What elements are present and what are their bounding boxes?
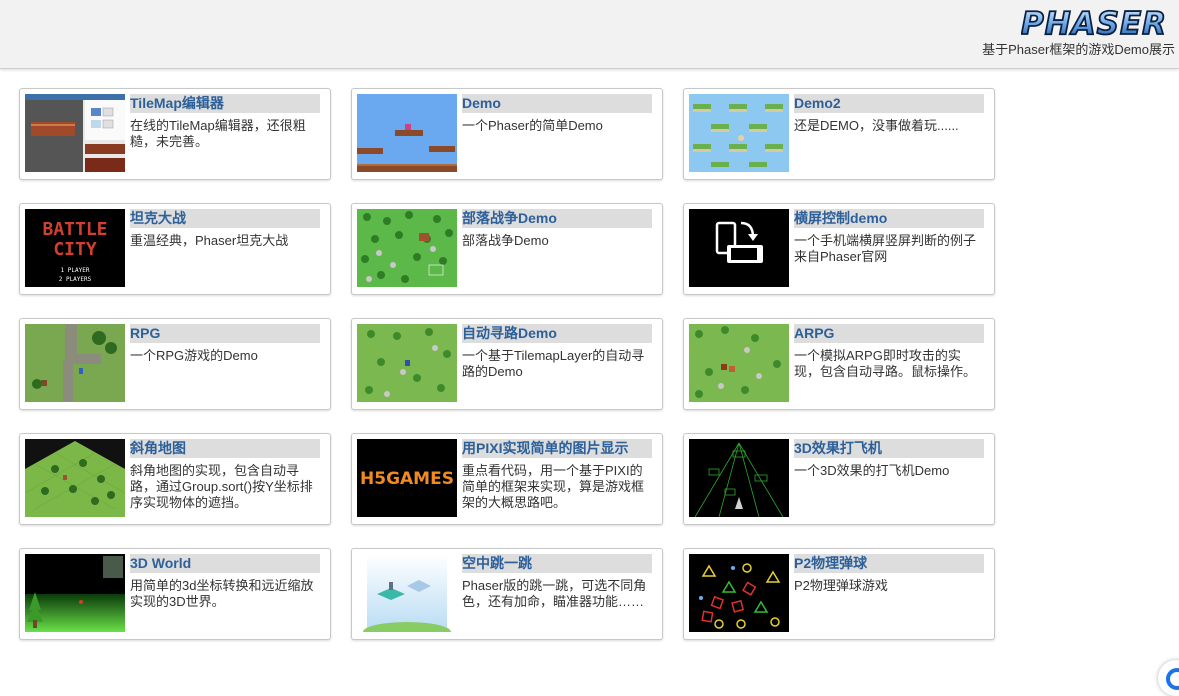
card-description: 用简单的3d坐标转换和远近缩放实现的3D世界。 bbox=[130, 578, 314, 609]
card-description: 重点看代码，用一个基于PIXI的简单的框架来实现，算是游戏框架的大概思路吧。 bbox=[462, 463, 645, 510]
site-subtitle: 基于Phaser框架的游戏Demo展示 bbox=[982, 42, 1175, 57]
thumbnail-isometric bbox=[25, 439, 125, 517]
card-description: 一个基于TilemapLayer的自动寻路的Demo bbox=[462, 348, 645, 379]
card-title[interactable]: 斜角地图 bbox=[130, 439, 320, 458]
thumbnail-pathfinding bbox=[357, 324, 457, 402]
card-title[interactable]: P2物理弹球 bbox=[794, 554, 984, 573]
demo-card-tilemap-editor[interactable]: TileMap编辑器 在线的TileMap编辑器，还很粗糙，未完善。 bbox=[19, 88, 331, 180]
card-title[interactable]: 自动寻路Demo bbox=[462, 324, 652, 343]
card-title[interactable]: Demo2 bbox=[794, 94, 984, 113]
demo-card-p2-ball[interactable]: P2物理弹球 P2物理弹球游戏 bbox=[683, 548, 995, 640]
card-title[interactable]: 用PIXI实现简单的图片显示 bbox=[462, 439, 652, 458]
thumbnail-p2-ball bbox=[689, 554, 789, 632]
thumbnail-3d-world bbox=[25, 554, 125, 632]
thumbnail-demo bbox=[357, 94, 457, 172]
svg-text:BATTLE: BATTLE bbox=[42, 219, 107, 240]
thumbnail-rpg bbox=[25, 324, 125, 402]
svg-text:CITY: CITY bbox=[53, 239, 97, 260]
thumbnail-orientation bbox=[689, 209, 789, 287]
card-description: 还是DEMO，没事做着玩...... bbox=[794, 118, 959, 133]
demo-card-3d-world[interactable]: 3D World 用简单的3d坐标转换和远近缩放实现的3D世界。 bbox=[19, 548, 331, 640]
demo-card-3d-shooter[interactable]: 3D效果打飞机 一个3D效果的打飞机Demo bbox=[683, 433, 995, 525]
phaser-logo[interactable]: PHASER bbox=[1021, 6, 1167, 40]
demo-card-isometric[interactable]: 斜角地图 斜角地图的实现，包含自动寻路，通过Group.sort()按Y坐标排序… bbox=[19, 433, 331, 525]
card-description: 部落战争Demo bbox=[462, 233, 549, 248]
card-description: P2物理弹球游戏 bbox=[794, 578, 888, 593]
svg-text:2 PLAYERS: 2 PLAYERS bbox=[59, 276, 92, 283]
svg-text:H5GAMES: H5GAMES bbox=[360, 469, 454, 489]
thumbnail-clash bbox=[357, 209, 457, 287]
demo-card-jump[interactable]: 空中跳一跳 Phaser版的跳一跳，可选不同角色，还有加命，瞄准器功能…… bbox=[351, 548, 663, 640]
card-description: 一个手机端横屏竖屏判断的例子 来自Phaser官网 bbox=[794, 233, 977, 264]
card-title[interactable]: 3D World bbox=[130, 554, 320, 573]
floating-action-button[interactable] bbox=[1158, 660, 1179, 696]
svg-text:PHASER: PHASER bbox=[1021, 6, 1167, 40]
demo-card-pixi[interactable]: H5GAMES 用PIXI实现简单的图片显示 重点看代码，用一个基于PIXI的简… bbox=[351, 433, 663, 525]
thumbnail-pixi: H5GAMES bbox=[357, 439, 457, 517]
card-title[interactable]: Demo bbox=[462, 94, 652, 113]
demo-card-clash[interactable]: 部落战争Demo 部落战争Demo bbox=[351, 203, 663, 295]
card-description: 斜角地图的实现，包含自动寻路，通过Group.sort()按Y坐标排序实现物体的… bbox=[130, 463, 313, 510]
card-title[interactable]: 坦克大战 bbox=[130, 209, 320, 228]
card-description: 在线的TileMap编辑器，还很粗糙，未完善。 bbox=[130, 118, 306, 149]
svg-text:1 PLAYER: 1 PLAYER bbox=[61, 267, 90, 274]
demo-card-rpg[interactable]: RPG 一个RPG游戏的Demo bbox=[19, 318, 331, 410]
card-title[interactable]: ARPG bbox=[794, 324, 984, 343]
card-description: 一个RPG游戏的Demo bbox=[130, 348, 258, 363]
thumbnail-battle-city: BATTLE CITY 1 PLAYER 2 PLAYERS bbox=[25, 209, 125, 287]
card-title[interactable]: RPG bbox=[130, 324, 320, 343]
demo-card-orientation[interactable]: 横屏控制demo 一个手机端横屏竖屏判断的例子 来自Phaser官网 bbox=[683, 203, 995, 295]
card-title[interactable]: TileMap编辑器 bbox=[130, 94, 320, 113]
card-description: 重温经典，Phaser坦克大战 bbox=[130, 233, 289, 248]
card-title[interactable]: 3D效果打飞机 bbox=[794, 439, 984, 458]
card-title[interactable]: 空中跳一跳 bbox=[462, 554, 652, 573]
demo-card-demo[interactable]: Demo 一个Phaser的简单Demo bbox=[351, 88, 663, 180]
card-description: Phaser版的跳一跳，可选不同角色，还有加命，瞄准器功能…… bbox=[462, 578, 647, 609]
card-description: 一个3D效果的打飞机Demo bbox=[794, 463, 950, 478]
card-description: 一个Phaser的简单Demo bbox=[462, 118, 603, 133]
card-description: 一个模拟ARPG即时攻击的实现，包含自动寻路。鼠标操作。 bbox=[794, 348, 977, 379]
card-title[interactable]: 横屏控制demo bbox=[794, 209, 984, 228]
page-header: PHASER 基于Phaser框架的游戏Demo展示 bbox=[0, 0, 1179, 69]
demo-card-demo2[interactable]: Demo2 还是DEMO，没事做着玩...... bbox=[683, 88, 995, 180]
thumbnail-arpg bbox=[689, 324, 789, 402]
demo-card-battle-city[interactable]: BATTLE CITY 1 PLAYER 2 PLAYERS 坦克大战 重温经典… bbox=[19, 203, 331, 295]
thumbnail-demo2 bbox=[689, 94, 789, 172]
demo-card-arpg[interactable]: ARPG 一个模拟ARPG即时攻击的实现，包含自动寻路。鼠标操作。 bbox=[683, 318, 995, 410]
card-title[interactable]: 部落战争Demo bbox=[462, 209, 652, 228]
demo-card-pathfinding[interactable]: 自动寻路Demo 一个基于TilemapLayer的自动寻路的Demo bbox=[351, 318, 663, 410]
thumbnail-tilemap-editor bbox=[25, 94, 125, 172]
thumbnail-jump bbox=[357, 554, 457, 632]
thumbnail-3d-shooter bbox=[689, 439, 789, 517]
